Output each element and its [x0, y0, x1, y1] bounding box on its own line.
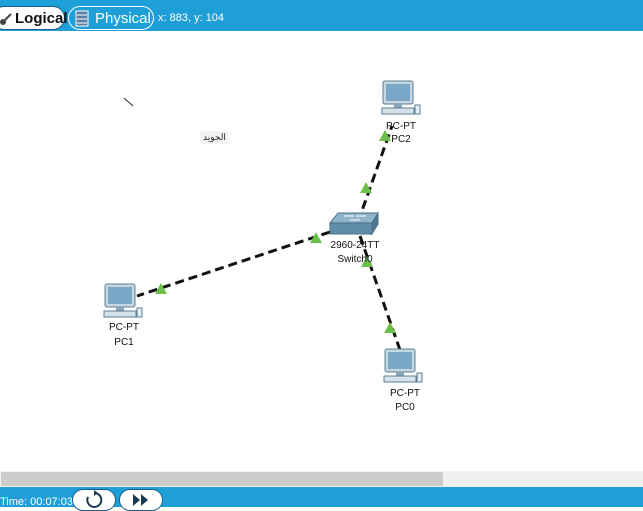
link-up-indicator — [384, 322, 396, 333]
power-cycle-icon — [86, 490, 103, 508]
link-switch0-pc1 — [136, 230, 331, 298]
device-name-label: PC0 — [395, 402, 415, 413]
device-type-label: 2960-24TT — [330, 240, 380, 251]
device-name-label: PC2 — [391, 134, 411, 145]
device-type-label: PC-PT — [386, 121, 416, 132]
fast-forward-button[interactable] — [119, 489, 163, 511]
switch-icon — [328, 211, 379, 236]
pen-mark — [123, 97, 134, 107]
device-switch0[interactable] — [328, 211, 382, 237]
device-name-label: Switch0 — [337, 254, 373, 265]
device-pc1[interactable] — [102, 283, 144, 321]
topology-links — [123, 97, 402, 351]
pc-icon — [383, 348, 423, 383]
device-pc0[interactable] — [382, 348, 424, 386]
device-name-label: PC1 — [114, 337, 134, 348]
pc-icon — [103, 283, 143, 318]
simulation-bar: Time: 00:07:03 — [0, 487, 643, 511]
device-pc2[interactable] — [380, 80, 422, 118]
workspace-note[interactable]: الجويد — [200, 131, 229, 144]
device-type-label: PC-PT — [109, 322, 139, 333]
simulation-time: Time: 00:07:03 — [0, 496, 73, 508]
fast-forward-icon — [133, 494, 148, 506]
pc-icon — [381, 80, 421, 115]
scrollbar-thumb[interactable] — [1, 472, 443, 486]
horizontal-scrollbar[interactable] — [0, 471, 643, 487]
device-type-label: PC-PT — [390, 388, 420, 399]
power-cycle-button[interactable] — [72, 489, 116, 511]
